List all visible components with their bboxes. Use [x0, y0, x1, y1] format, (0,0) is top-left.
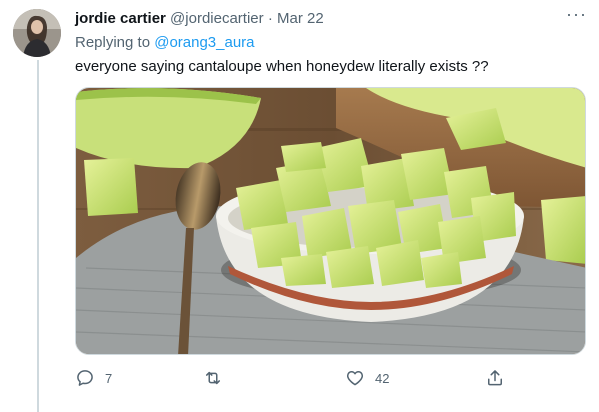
reply-count: 7 [105, 370, 113, 386]
tweet-header: jordie cartier @jordiecartier · Mar 22 [75, 10, 324, 27]
retweet-icon [206, 371, 220, 385]
tweet-date[interactable]: Mar 22 [277, 10, 324, 27]
honeydew-melon-bowl-photo [76, 88, 585, 354]
thread-line [37, 60, 39, 412]
more-options-icon[interactable]: ··· [566, 4, 587, 25]
replying-prefix: Replying to [75, 34, 151, 51]
retweet-button[interactable] [203, 368, 233, 388]
tweet-actions: 7 42 [75, 368, 505, 392]
replying-to: Replying to @orang3_aura [75, 34, 255, 51]
user-handle[interactable]: @jordiecartier [170, 10, 264, 27]
like-count: 42 [375, 370, 390, 386]
reply-icon [77, 370, 93, 386]
display-name[interactable]: jordie cartier [75, 10, 166, 27]
heart-icon [346, 371, 364, 386]
tweet-text: everyone saying cantaloupe when honeydew… [75, 58, 489, 75]
reply-button[interactable]: 7 [75, 368, 112, 388]
share-icon [488, 370, 502, 386]
separator-dot: · [267, 10, 273, 27]
like-button[interactable]: 42 [345, 368, 389, 388]
replying-to-mention[interactable]: @orang3_aura [154, 34, 254, 51]
user-avatar-photo [13, 9, 61, 57]
share-button[interactable] [485, 368, 505, 388]
avatar[interactable] [13, 9, 61, 57]
tweet-media[interactable] [75, 87, 586, 355]
